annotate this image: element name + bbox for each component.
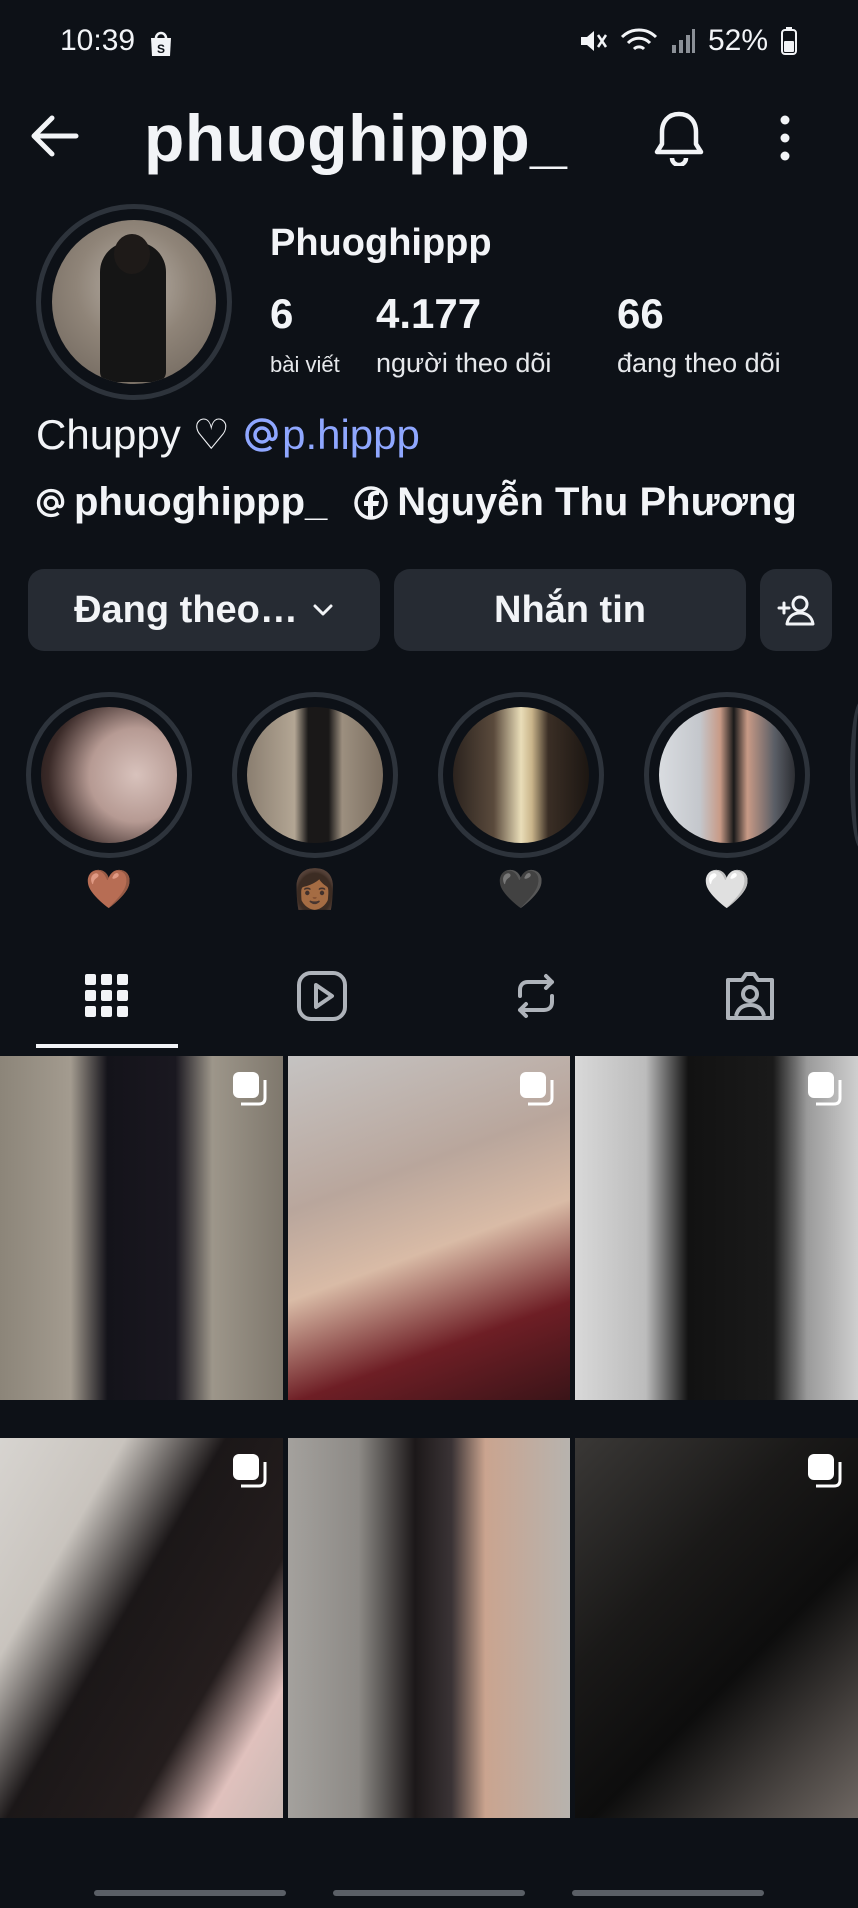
followers-count[interactable]: 4.177 — [376, 290, 481, 338]
bell-icon[interactable] — [652, 108, 706, 166]
tagged-icon[interactable] — [720, 966, 780, 1026]
wifi-icon — [620, 28, 658, 51]
highlight-ring — [232, 692, 398, 858]
threads-mention-icon — [245, 417, 278, 452]
battery-percent: 52% — [707, 24, 768, 57]
add-user-button[interactable] — [760, 569, 832, 651]
post-thumbnail-3[interactable] — [575, 1056, 858, 1400]
grid-icon[interactable] — [77, 966, 137, 1026]
post-thumbnail-2[interactable] — [288, 1056, 570, 1400]
multi-post-icon — [233, 1072, 267, 1106]
more-vertical-icon[interactable] — [770, 112, 800, 164]
avatar-image — [52, 220, 216, 384]
followers-label[interactable]: người theo dõi — [376, 348, 551, 379]
shopee-bag-icon: S — [151, 31, 171, 56]
highlight-emoji: 👩🏾 — [291, 869, 339, 911]
post-thumbnail-6[interactable] — [575, 1438, 858, 1818]
following-count[interactable]: 66 — [617, 290, 664, 338]
post-thumbnail-4[interactable] — [0, 1438, 283, 1818]
highlight-4[interactable]: 🤍 — [644, 692, 810, 912]
highlight-cover — [41, 707, 177, 843]
highlight-cover — [247, 707, 383, 843]
avatar-head — [114, 234, 150, 274]
active-tab-indicator — [36, 1044, 178, 1048]
following-button-label: Đang theo… — [74, 588, 298, 631]
avatar[interactable] — [36, 204, 232, 400]
display-name: Phuoghippp — [270, 222, 492, 264]
post-thumbnail-1[interactable] — [0, 1056, 283, 1400]
highlight-cover — [453, 707, 589, 843]
bio-text: Chuppy ♡ — [36, 411, 231, 458]
post-thumbnail-5[interactable] — [288, 1438, 570, 1818]
posts-count[interactable]: 6 — [270, 290, 293, 338]
highlight-emoji: 🤎 — [85, 869, 133, 911]
multi-post-icon — [520, 1072, 554, 1106]
highlight-5-partial[interactable] — [850, 702, 858, 848]
highlight-ring — [26, 692, 192, 858]
highlight-ring — [438, 692, 604, 858]
facebook-link[interactable]: Nguyễn Thu Phương — [353, 480, 797, 525]
nav-indicator-1 — [94, 1890, 286, 1896]
nav-indicator-2 — [333, 1890, 525, 1896]
highlight-emoji: 🖤 — [497, 869, 545, 911]
highlight-3[interactable]: 🖤 — [438, 692, 604, 912]
threads-link[interactable]: phuoghippp_ — [36, 480, 327, 525]
highlight-cover — [659, 707, 795, 843]
mention-handle: p.hippp — [282, 410, 420, 458]
multi-post-icon — [808, 1072, 842, 1106]
mute-icon — [580, 31, 607, 51]
facebook-link-label: Nguyễn Thu Phương — [397, 480, 797, 524]
highlight-ring — [644, 692, 810, 858]
status-right: 52% — [578, 24, 798, 58]
posts-label[interactable]: bài viết — [270, 352, 340, 378]
following-label[interactable]: đang theo dõi — [617, 348, 781, 379]
reposts-icon[interactable] — [506, 966, 566, 1026]
threads-link-label: phuoghippp_ — [74, 480, 328, 524]
status-time: 10:39 — [60, 24, 136, 57]
profile-links: phuoghippp_ Nguyễn Thu Phương — [36, 480, 797, 525]
bio-mention[interactable]: p.hippp — [244, 411, 420, 459]
chevron-down-icon — [313, 604, 333, 616]
following-button[interactable]: Đang theo… — [28, 569, 380, 651]
highlight-2[interactable]: 👩🏾 — [232, 692, 398, 912]
reels-icon[interactable] — [292, 966, 352, 1026]
svg-text:S: S — [157, 42, 165, 56]
add-user-icon — [777, 595, 815, 626]
bio: Chuppy ♡ p.hippp — [36, 410, 420, 459]
multi-post-icon — [808, 1454, 842, 1488]
highlight-emoji: 🤍 — [703, 869, 751, 911]
threads-icon — [36, 488, 65, 517]
message-button-label: Nhắn tin — [494, 588, 646, 631]
battery-icon — [781, 27, 797, 55]
highlight-1[interactable]: 🤎 — [26, 692, 192, 912]
signal-icon — [671, 29, 695, 53]
message-button[interactable]: Nhắn tin — [394, 569, 746, 651]
multi-post-icon — [233, 1454, 267, 1488]
nav-indicator-3 — [572, 1890, 764, 1896]
facebook-icon — [354, 485, 389, 520]
profile-username: phuoghippp_ — [144, 101, 568, 175]
back-arrow-icon[interactable] — [26, 108, 82, 164]
